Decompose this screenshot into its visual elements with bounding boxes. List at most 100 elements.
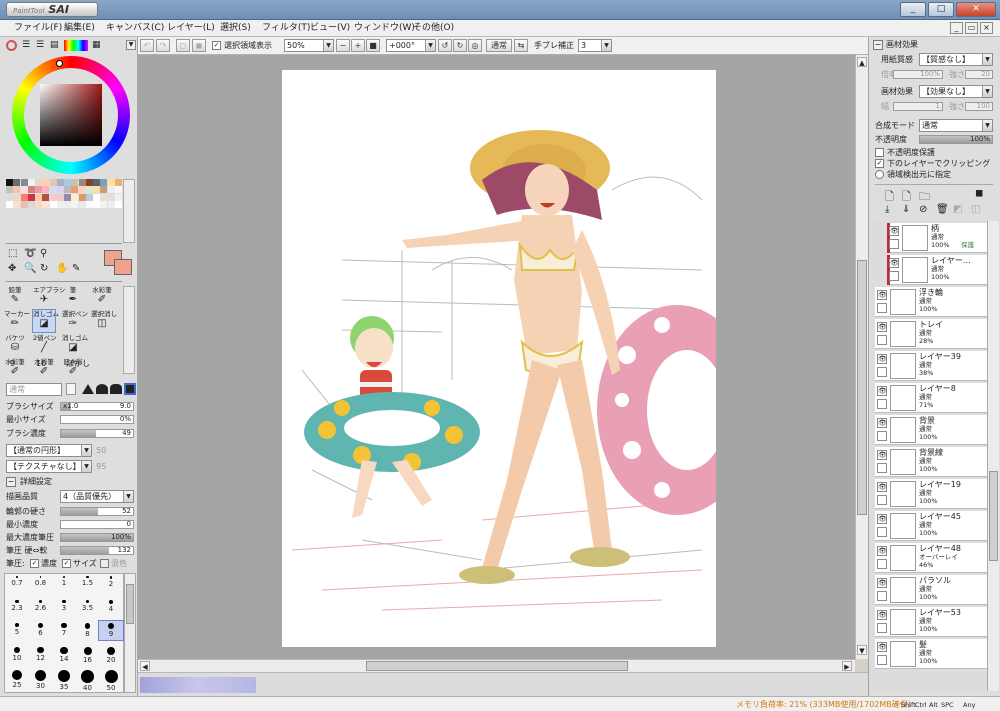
effect-strength-slider[interactable]: 100: [965, 102, 993, 111]
color-swatch[interactable]: [100, 186, 108, 194]
color-swatch[interactable]: [107, 200, 115, 208]
color-swatch[interactable]: [85, 179, 93, 186]
layer-row[interactable]: 👁 トレイ 通常 28%: [875, 319, 987, 349]
color-swatch[interactable]: [42, 193, 50, 201]
brush-size-preset[interactable]: 2.3: [5, 598, 29, 617]
effect-select[interactable]: 【効果なし】 ▼: [919, 85, 993, 98]
tool-slot[interactable]: エアブラシ ✈: [33, 286, 65, 308]
paper-texture-select[interactable]: 【質感なし】 ▼: [919, 53, 993, 66]
visibility-toggle-icon[interactable]: 👁: [877, 290, 887, 300]
rect-select-icon[interactable]: ⬚: [8, 248, 17, 259]
color-swatch[interactable]: [71, 200, 79, 208]
layer-blend-select[interactable]: 通常 ▼: [919, 119, 993, 132]
layer-row[interactable]: 👁 背景 通常 100%: [875, 415, 987, 445]
color-swatch[interactable]: [42, 200, 50, 208]
vertical-scrollbar[interactable]: ▲ ▼: [855, 55, 868, 659]
color-swatch[interactable]: [27, 200, 35, 208]
tool-slot[interactable]: [91, 334, 113, 356]
secondary-color-swatch[interactable]: [114, 259, 132, 275]
color-swatch[interactable]: [6, 193, 13, 201]
detection-source-radio[interactable]: [875, 170, 884, 179]
color-swatch[interactable]: [49, 179, 57, 186]
view-mode-button[interactable]: 通常: [486, 39, 512, 52]
tool-slot[interactable]: 筆 ✒: [62, 286, 84, 308]
brush-size-preset[interactable]: 4: [99, 598, 123, 617]
material-collapse-toggle[interactable]: −: [873, 40, 883, 50]
color-swatch[interactable]: [49, 200, 57, 208]
brush-size-preset[interactable]: 9: [98, 620, 124, 641]
color-swatch[interactable]: [64, 186, 71, 194]
color-swatch[interactable]: [13, 186, 21, 194]
zoom-select[interactable]: 50% ▼: [284, 39, 334, 52]
color-swatch[interactable]: [6, 186, 13, 194]
color-swatch[interactable]: [93, 200, 100, 208]
tool-slot[interactable]: 鉛筆 ✎: [4, 286, 26, 308]
apply-mask-icon[interactable]: ◩: [953, 204, 962, 215]
open-canvas-tab[interactable]: [140, 677, 256, 693]
rotate-left-button[interactable]: ↺: [438, 39, 452, 52]
clear-layer-icon[interactable]: ⊘: [919, 204, 927, 215]
layer-row[interactable]: 👁 パラソル 通常 100%: [875, 575, 987, 605]
mdi-minimize-button[interactable]: _: [950, 22, 963, 34]
color-swatch[interactable]: [64, 200, 71, 208]
brush-size-preset[interactable]: 50: [99, 668, 123, 692]
tool-slot[interactable]: 消しゴム ◪: [62, 334, 88, 356]
brush-size-preset[interactable]: 10: [5, 645, 29, 664]
color-swatch[interactable]: [6, 179, 13, 186]
color-swatch[interactable]: [20, 193, 28, 201]
rotate-right-button[interactable]: ↻: [453, 39, 467, 52]
layer-list-scrollbar[interactable]: [987, 221, 999, 691]
magic-wand-icon[interactable]: ⚲: [40, 248, 47, 259]
color-swatch[interactable]: [13, 200, 21, 208]
density-slider[interactable]: 49: [60, 429, 134, 438]
layer-lock-checkbox[interactable]: [877, 335, 887, 345]
tool-slot[interactable]: マーカー ✏: [4, 310, 30, 332]
visibility-toggle-icon[interactable]: 👁: [877, 354, 887, 364]
rotation-select[interactable]: +000° ▼: [386, 39, 436, 52]
brush-size-preset[interactable]: 2: [99, 574, 123, 593]
soft-tip-icon[interactable]: [110, 384, 122, 394]
brush-size-preset[interactable]: 6: [29, 621, 53, 640]
brush-size-preset[interactable]: 1: [52, 574, 76, 593]
menu-other[interactable]: その他(O): [413, 22, 454, 34]
color-swatch[interactable]: [6, 200, 13, 208]
color-swatch[interactable]: [114, 186, 122, 194]
layer-row[interactable]: 👁 レイヤー45 通常 100%: [875, 511, 987, 541]
layer-row[interactable]: 👁 柄通常 100% 保護: [887, 223, 987, 253]
color-swatch[interactable]: [107, 179, 115, 186]
color-swatch[interactable]: [64, 193, 71, 201]
color-swatch[interactable]: [114, 179, 122, 186]
color-swatch[interactable]: [78, 200, 86, 208]
selection-display-checkbox[interactable]: ✓: [212, 41, 221, 50]
brush-size-preset[interactable]: 0.8: [29, 574, 53, 593]
undo-button[interactable]: ↶: [140, 39, 154, 52]
color-swatch[interactable]: [49, 193, 57, 201]
color-swatch[interactable]: [100, 200, 108, 208]
zoom-out-button[interactable]: −: [336, 39, 350, 52]
menu-file[interactable]: ファイル(F): [14, 22, 62, 34]
min-density-slider[interactable]: 0: [60, 520, 134, 529]
layer-lock-checkbox[interactable]: [877, 495, 887, 505]
color-swatch[interactable]: [107, 193, 115, 201]
hard-tip-icon[interactable]: [82, 384, 94, 394]
visibility-toggle-icon[interactable]: 👁: [877, 642, 887, 652]
color-swatch[interactable]: [20, 200, 28, 208]
brush-size-preset[interactable]: 40: [76, 668, 100, 692]
layer-lock-checkbox[interactable]: [889, 239, 899, 249]
horizontal-scrollbar[interactable]: ◀ ▶: [138, 659, 855, 672]
min-size-slider[interactable]: 0%: [60, 415, 134, 424]
hand-icon[interactable]: ✋: [56, 263, 68, 274]
zoom-in-button[interactable]: +: [351, 39, 365, 52]
mdi-close-button[interactable]: ×: [980, 22, 993, 34]
brush-size-preset[interactable]: 16: [76, 645, 100, 664]
mdi-restore-button[interactable]: ▭: [965, 22, 978, 34]
color-swatch[interactable]: [27, 186, 35, 194]
hue-marker[interactable]: [56, 60, 63, 67]
layer-row[interactable]: 👁 レイヤー… 通常 100%: [887, 255, 987, 285]
color-swatch[interactable]: [78, 186, 86, 194]
color-swatch[interactable]: [85, 193, 93, 201]
visibility-toggle-icon[interactable]: 👁: [877, 482, 887, 492]
brush-size-preset[interactable]: 30: [29, 668, 53, 690]
color-swatch[interactable]: [93, 193, 100, 201]
tool-slot[interactable]: 水彩筆 ✐: [91, 286, 113, 308]
